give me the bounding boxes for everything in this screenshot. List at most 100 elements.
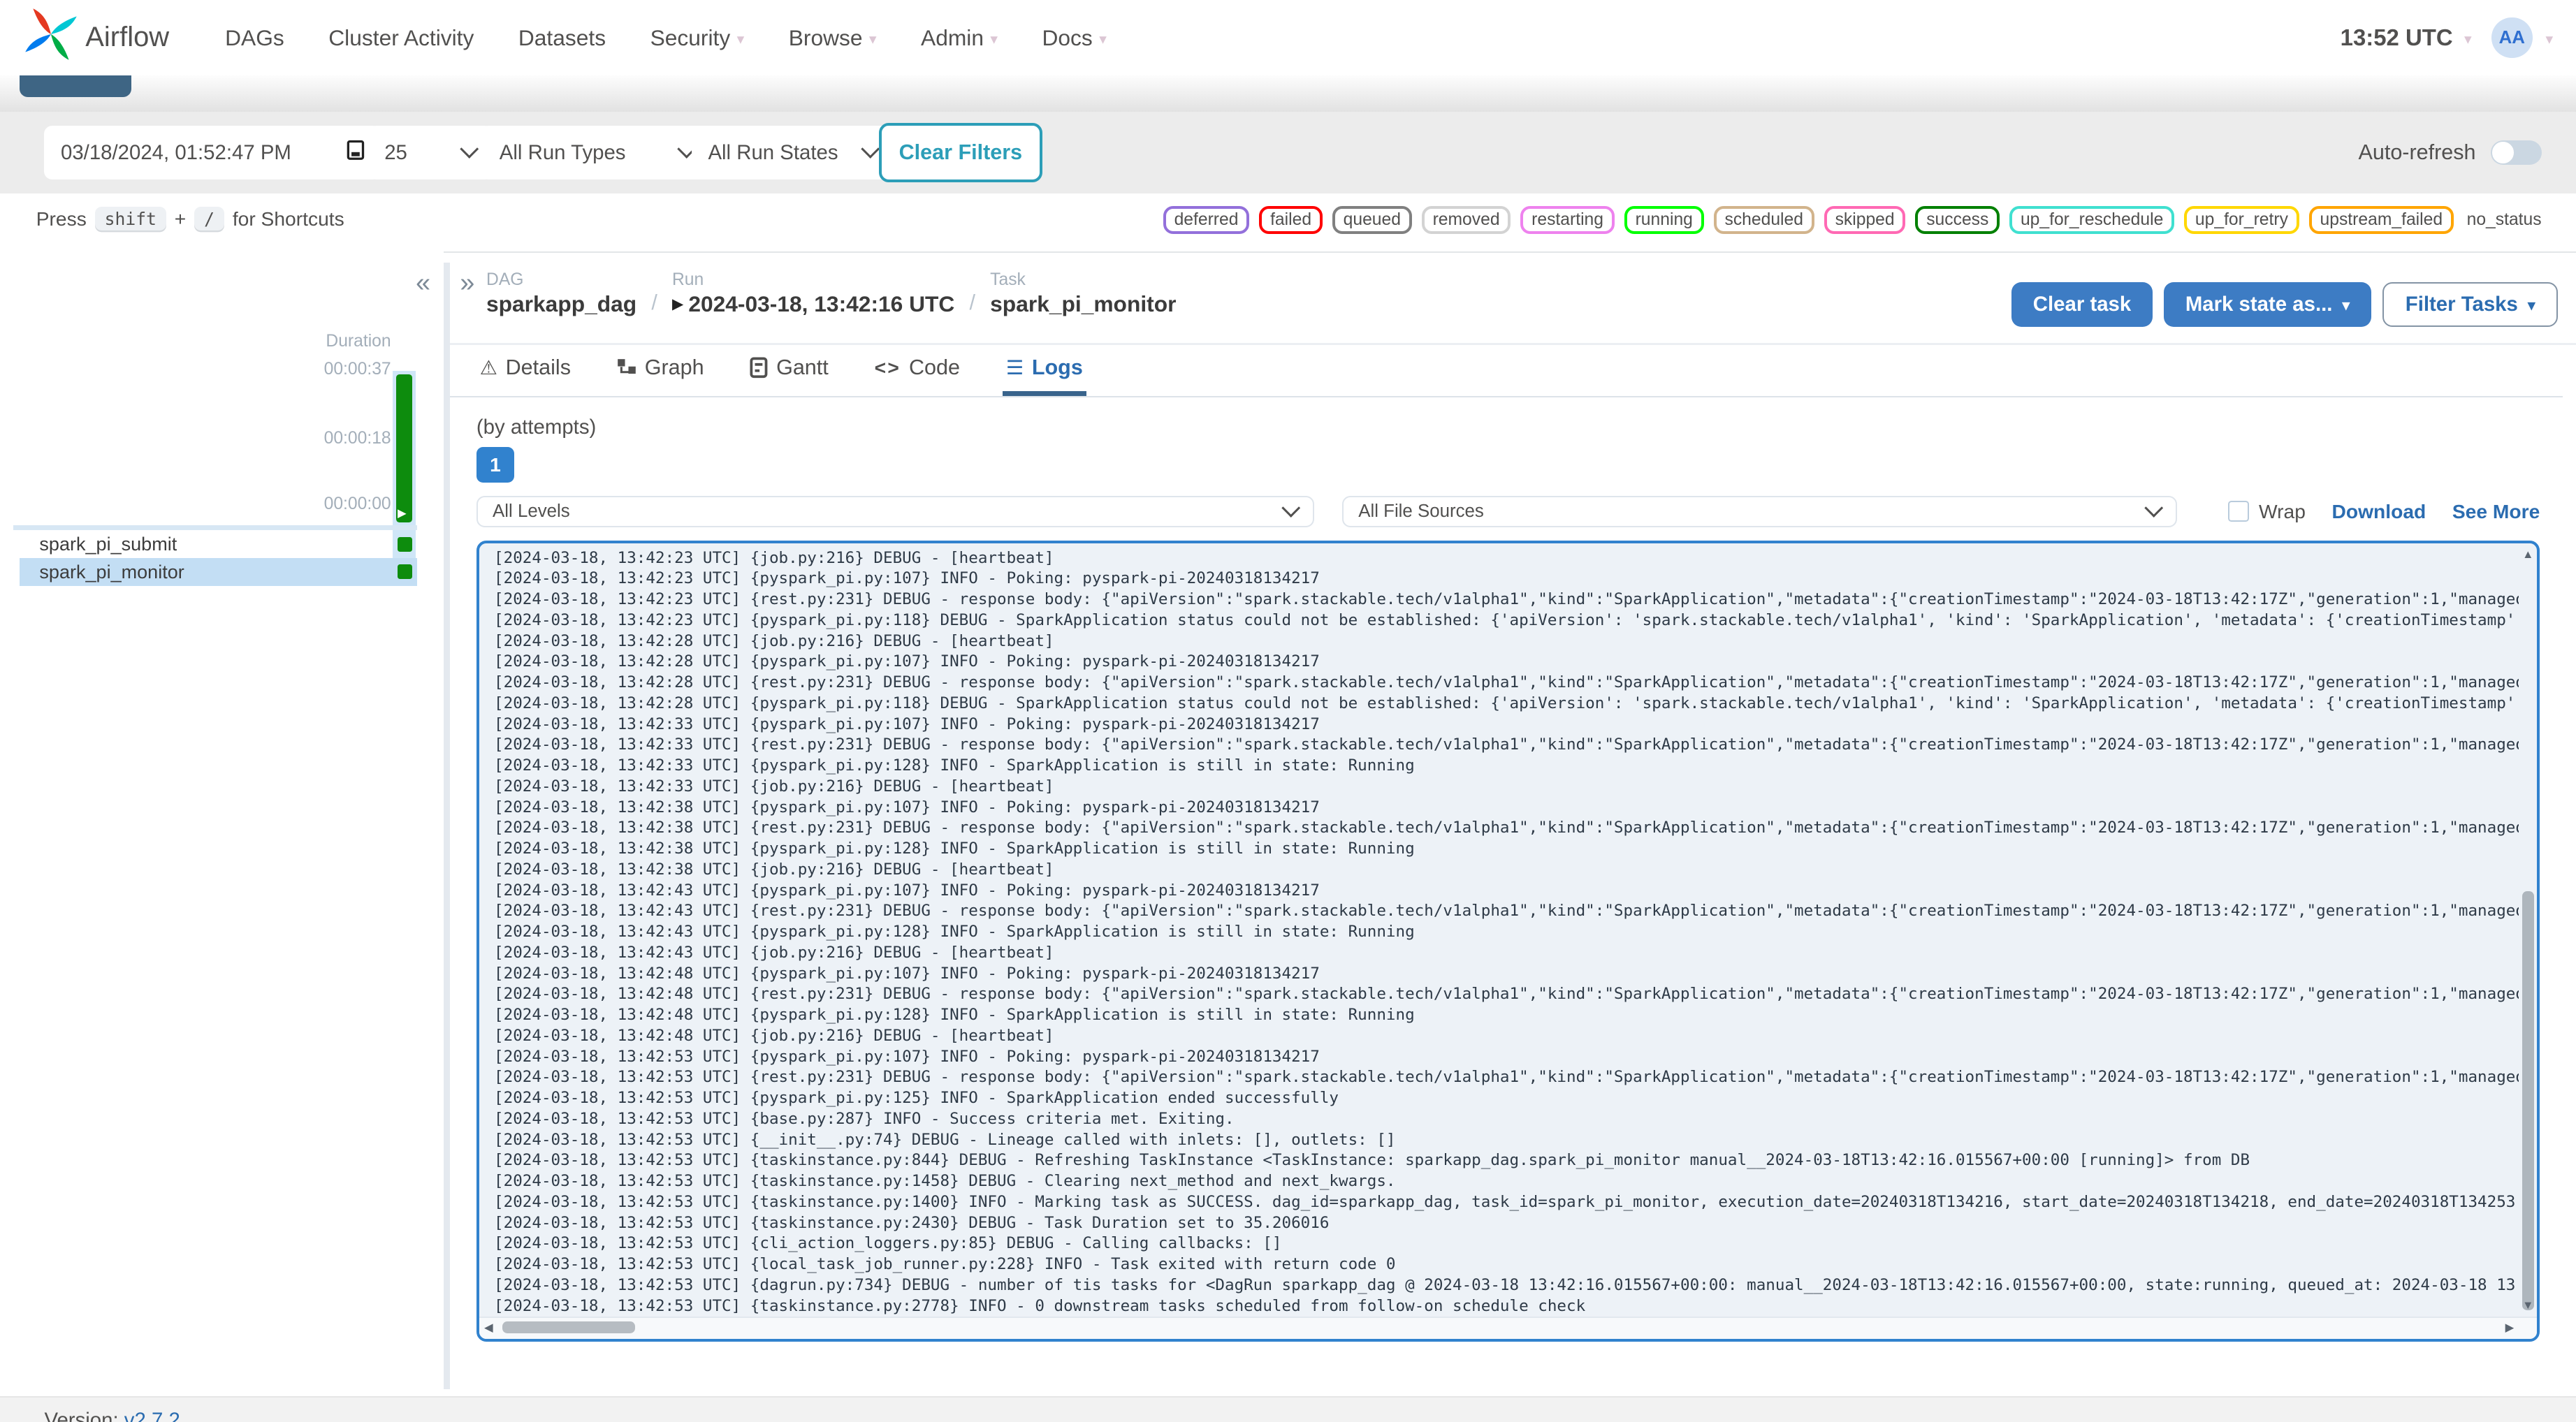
log-line: [2024-03-18, 13:42:43 UTC] {pyspark_pi.p…	[494, 923, 1415, 941]
grid-separator	[13, 525, 418, 531]
state-badge[interactable]: up_for_retry	[2184, 205, 2299, 235]
breadcrumb-dag[interactable]: DAG sparkapp_dag	[486, 270, 636, 319]
shortcut-hint: Press shift + / for Shortcuts	[36, 207, 344, 230]
panel-divider[interactable]	[443, 263, 451, 1390]
tab-logs[interactable]: ☰ Logs	[1003, 345, 1086, 396]
nav-item-dags[interactable]: DAGs	[225, 25, 284, 51]
chevron-down-icon: ▾	[2464, 31, 2472, 48]
breadcrumb-run[interactable]: Run ▶ 2024-03-18, 13:42:16 UTC	[672, 270, 954, 319]
see-more-link[interactable]: See More	[2452, 500, 2540, 523]
scroll-up-icon[interactable]: ▲	[2522, 548, 2533, 562]
log-line: [2024-03-18, 13:42:38 UTC] {job.py:216} …	[494, 860, 1054, 879]
state-badge[interactable]: up_for_reschedule	[2009, 205, 2175, 235]
mark-state-button[interactable]: Mark state as... ▾	[2164, 282, 2371, 327]
task-instance-square-monitor[interactable]	[398, 564, 413, 579]
sidebar-item-spark-pi-monitor[interactable]: spark_pi_monitor	[20, 558, 418, 587]
scroll-right-icon[interactable]: ▶	[2505, 1321, 2515, 1335]
state-badge[interactable]: no_status	[2463, 205, 2542, 235]
base-date-input[interactable]: 03/18/2024, 01:52:47 PM	[44, 125, 381, 180]
log-line: [2024-03-18, 13:42:23 UTC] {job.py:216} …	[494, 548, 1054, 567]
details-icon: ⚠	[479, 356, 497, 379]
expand-panel-icon[interactable]: »	[460, 267, 474, 298]
nav-item-browse[interactable]: Browse ▾	[789, 25, 877, 51]
tab-gantt[interactable]: Gantt	[747, 345, 832, 396]
scroll-down-icon[interactable]: ▼	[2522, 1299, 2533, 1312]
state-badge[interactable]: upstream_failed	[2308, 205, 2454, 235]
attempt-1-button[interactable]: 1	[476, 446, 514, 483]
log-level-select[interactable]: All Levels	[476, 496, 1315, 527]
tab-code[interactable]: <> Code	[871, 345, 963, 396]
task-actions: Clear task Mark state as... ▾ Filter Task…	[2011, 282, 2559, 327]
auto-refresh-toggle[interactable]	[2490, 140, 2542, 166]
chevron-down-icon: ▾	[736, 31, 745, 48]
filter-tasks-button[interactable]: Filter Tasks ▾	[2382, 282, 2559, 327]
state-legend: deferred failed queued removed restarting run…	[1163, 205, 2542, 235]
state-badge[interactable]: skipped	[1824, 205, 1906, 235]
file-source-select[interactable]: All File Sources	[1342, 496, 2177, 527]
clock-dropdown[interactable]: 13:52 UTC ▾	[2341, 24, 2472, 51]
navbar: Airflow DAGs Cluster Activity Datasets S…	[0, 0, 2576, 76]
log-line: [2024-03-18, 13:42:33 UTC] {job.py:216} …	[494, 777, 1054, 796]
dag-run-duration-bar[interactable]: ▶	[395, 374, 413, 522]
airflow-logo-icon	[23, 6, 79, 68]
breadcrumb-task[interactable]: Task spark_pi_monitor	[990, 270, 1176, 319]
nav-item-admin[interactable]: Admin ▾	[921, 25, 998, 51]
brand-name: Airflow	[85, 22, 170, 53]
state-badge[interactable]: failed	[1259, 205, 1323, 235]
breadcrumb-separator: /	[651, 291, 657, 315]
sidebar-item-spark-pi-submit[interactable]: spark_pi_submit	[20, 532, 417, 557]
download-link[interactable]: Download	[2332, 500, 2426, 523]
run-states-select[interactable]: All Run States	[691, 125, 894, 180]
graph-icon	[617, 358, 636, 378]
calendar-icon[interactable]	[347, 139, 365, 166]
clear-filters-button[interactable]: Clear Filters	[878, 122, 1042, 183]
log-line: [2024-03-18, 13:42:53 UTC] {taskinstance…	[494, 1172, 1396, 1191]
task-instance-square-submit[interactable]	[398, 536, 413, 552]
log-line: [2024-03-18, 13:42:43 UTC] {rest.py:231}…	[494, 902, 2519, 921]
state-badge[interactable]: queued	[1332, 205, 1412, 235]
duration-tick: 00:00:00	[323, 494, 391, 513]
airflow-brand[interactable]: Airflow	[23, 6, 169, 68]
log-line: [2024-03-18, 13:42:48 UTC] {rest.py:231}…	[494, 985, 2519, 1004]
state-badge[interactable]: scheduled	[1713, 205, 1814, 235]
horizontal-scroll-thumb[interactable]	[502, 1321, 636, 1333]
scroll-left-icon[interactable]: ◀	[484, 1321, 493, 1335]
wrap-checkbox[interactable]	[2228, 501, 2249, 522]
nav-item-security[interactable]: Security ▾	[650, 25, 745, 51]
log-line: [2024-03-18, 13:42:43 UTC] {pyspark_pi.p…	[494, 881, 1320, 900]
manual-run-marker-icon: ▶	[398, 506, 407, 520]
state-badge[interactable]: deferred	[1163, 205, 1250, 235]
duration-tick: 00:00:18	[323, 428, 391, 448]
vertical-scroll-thumb[interactable]	[2522, 891, 2534, 1310]
log-line: [2024-03-18, 13:42:38 UTC] {rest.py:231}…	[494, 819, 2519, 837]
code-icon: <>	[874, 356, 901, 379]
shift-key: shift	[94, 207, 167, 230]
filter-bar: 03/18/2024, 01:52:47 PM 25 All Run Types…	[0, 111, 2576, 194]
chevron-down-icon: ▾	[2545, 31, 2554, 48]
log-line: [2024-03-18, 13:42:23 UTC] {pyspark_pi.p…	[494, 610, 2519, 629]
grid-view-button-partial[interactable]	[20, 75, 132, 97]
state-badge[interactable]: success	[1915, 205, 2000, 235]
state-badge[interactable]: restarting	[1520, 205, 1615, 235]
airflow-app: Airflow DAGs Cluster Activity Datasets S…	[0, 0, 2576, 1422]
state-badge[interactable]: removed	[1421, 205, 1511, 235]
clear-task-button[interactable]: Clear task	[2011, 282, 2153, 327]
version-link[interactable]: v2.7.2	[124, 1409, 180, 1422]
log-line: [2024-03-18, 13:42:28 UTC] {job.py:216} …	[494, 631, 1054, 650]
nav-item-datasets[interactable]: Datasets	[518, 25, 606, 51]
nav-item-docs[interactable]: Docs ▾	[1042, 25, 1106, 51]
run-types-select[interactable]: All Run Types	[479, 125, 713, 180]
main-panel: » DAG sparkapp_dag / Run ▶ 2024-03-18, 13…	[450, 251, 2576, 1396]
vertical-scrollbar[interactable]: ▲ ▼	[2519, 543, 2537, 1318]
log-line: [2024-03-18, 13:42:53 UTC] {taskinstance…	[494, 1296, 1586, 1315]
nav-item-cluster-activity[interactable]: Cluster Activity	[328, 25, 474, 51]
user-menu[interactable]: AA ▾	[2491, 17, 2553, 59]
duration-tick: 00:00:37	[323, 359, 391, 379]
horizontal-scrollbar[interactable]: ◀ ▶	[479, 1316, 2538, 1340]
chevron-down-icon	[460, 140, 479, 159]
tab-details[interactable]: ⚠ Details	[476, 345, 574, 396]
state-badge[interactable]: running	[1624, 205, 1704, 235]
collapse-sidebar-icon[interactable]: «	[416, 267, 430, 298]
page-size-select[interactable]: 25	[368, 125, 493, 180]
tab-graph[interactable]: Graph	[613, 345, 707, 396]
